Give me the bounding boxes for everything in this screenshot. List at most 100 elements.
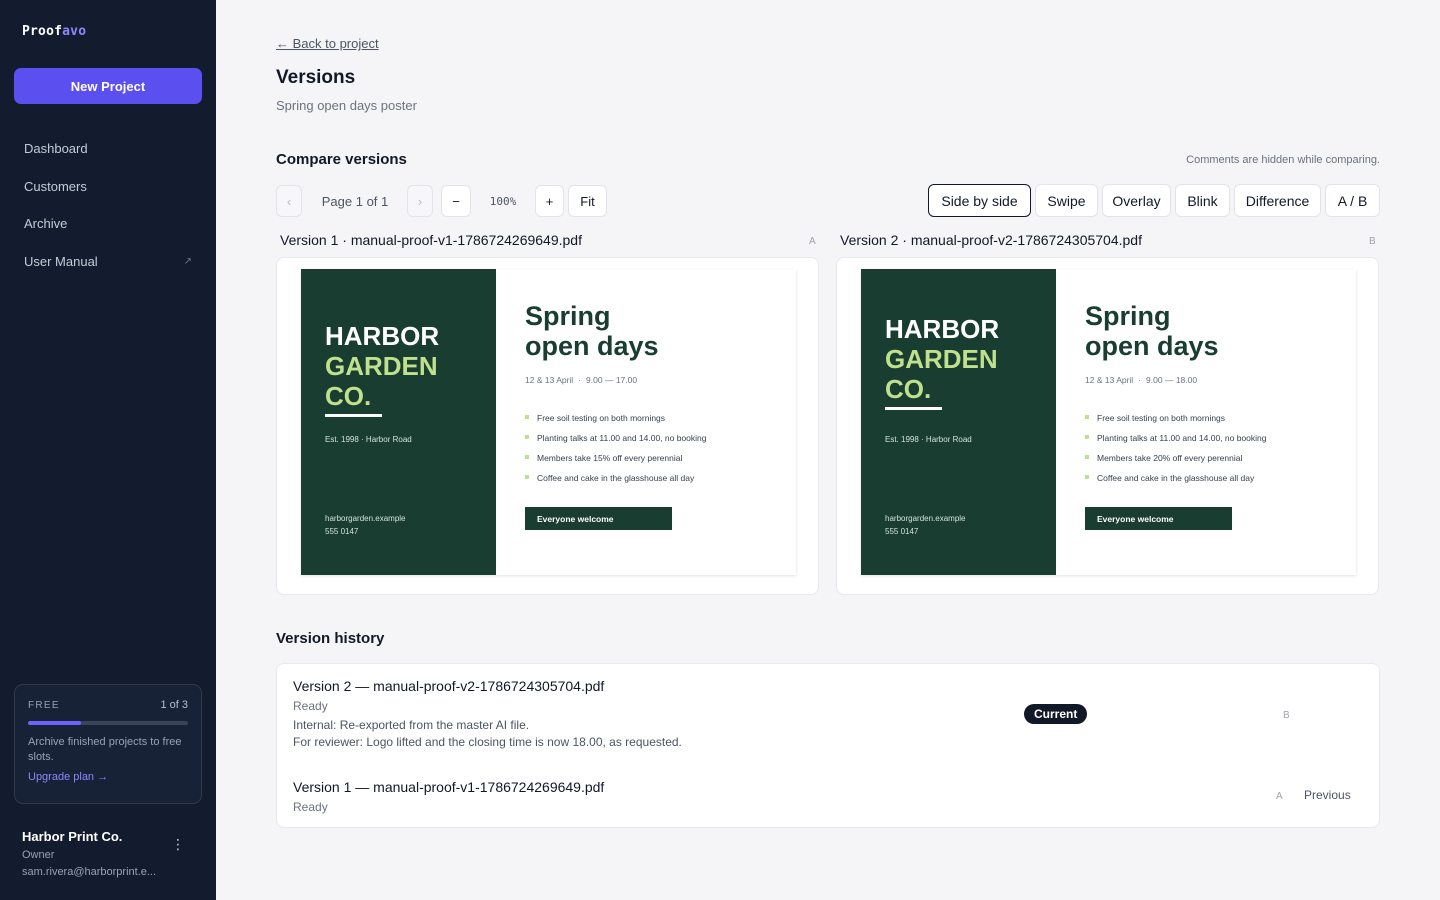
left-version-label: Version 1 · manual-proof-v1-178672426964… <box>280 232 582 248</box>
history-row-status: Ready <box>293 699 328 713</box>
history-row-title: Version 2 — manual-proof-v2-178672430570… <box>293 678 605 694</box>
poster-brand-panel: HARBOR GARDEN CO. Est. 1998 · Harbor Roa… <box>861 269 1056 575</box>
fit-button[interactable]: Fit <box>568 185 607 217</box>
poster-event-meta: 12 & 13 April · 9.00 — 18.00 <box>1085 375 1198 385</box>
poster-bullet: Members take 15% off every perennial <box>525 453 707 473</box>
brand-line-3: CO. <box>325 381 372 411</box>
poster-bullet: Free soil testing on both mornings <box>1085 413 1267 433</box>
headline-line-2: open days <box>1085 331 1219 361</box>
brand-line-3: CO. <box>885 374 932 404</box>
right-version-label: Version 2 · manual-proof-v2-178672430570… <box>840 232 1142 248</box>
back-to-project-link[interactable]: ← Back to project <box>276 36 379 51</box>
external-link-icon: ↗ <box>183 255 192 267</box>
next-page-button[interactable]: › <box>407 185 433 217</box>
poster-phone: 555 0147 <box>325 527 359 536</box>
poster-bullet: Coffee and cake in the glasshouse all da… <box>1085 473 1267 493</box>
history-row-letter: B <box>1283 710 1290 721</box>
poster-hours: 9.00 — 18.00 <box>1146 375 1198 385</box>
poster-bullet: Members take 20% off every perennial <box>1085 453 1267 473</box>
app-logo[interactable]: Proofavo <box>22 24 86 39</box>
history-row-v1[interactable]: Version 1 — manual-proof-v1-178672426964… <box>293 779 1363 814</box>
sidebar-nav: Dashboard Customers Archive User Manual … <box>0 130 216 280</box>
left-version-letter: A <box>809 236 816 247</box>
headline-line-1: Spring <box>1085 301 1171 331</box>
poster-bullet: Free soil testing on both mornings <box>525 413 707 433</box>
history-row-reviewer-note: For reviewer: Logo lifted and the closin… <box>293 735 682 749</box>
poster-bullet: Planting talks at 11.00 and 14.00, no bo… <box>525 433 707 453</box>
version-history-list: Version 2 — manual-proof-v2-178672430570… <box>276 663 1380 828</box>
sidebar-item-archive[interactable]: Archive <box>0 205 216 243</box>
logo-text-part2: avo <box>62 24 87 39</box>
plan-progress-bar <box>28 721 188 725</box>
mode-side-by-side-button[interactable]: Side by side <box>928 184 1031 217</box>
previous-version-badge: Previous <box>1304 788 1351 802</box>
sidebar-item-customers[interactable]: Customers <box>0 168 216 206</box>
page-indicator: Page 1 of 1 <box>321 193 389 209</box>
right-preview-pane[interactable]: HARBOR GARDEN CO. Est. 1998 · Harbor Roa… <box>836 257 1379 595</box>
history-section-title: Version history <box>276 630 385 647</box>
history-row-internal-note: Internal: Re-exported from the master AI… <box>293 718 530 732</box>
poster-brand: HARBOR GARDEN CO. <box>885 314 999 404</box>
compare-section-title: Compare versions <box>276 151 407 168</box>
mode-blink-button[interactable]: Blink <box>1175 184 1230 217</box>
poster-bullet: Planting talks at 11.00 and 14.00, no bo… <box>1085 433 1267 453</box>
poster-headline: Spring open days <box>1085 301 1219 361</box>
brand-line-2: GARDEN <box>325 351 438 381</box>
prev-page-button[interactable]: ‹ <box>276 185 302 217</box>
poster-phone: 555 0147 <box>885 527 919 536</box>
poster-bullets: Free soil testing on both mornings Plant… <box>1085 413 1267 493</box>
mode-difference-button[interactable]: Difference <box>1234 184 1321 217</box>
page-subtitle: Spring open days poster <box>276 98 417 113</box>
headline-line-2: open days <box>525 331 659 361</box>
poster-headline: Spring open days <box>525 301 659 361</box>
poster-est: Est. 1998 · Harbor Road <box>885 435 972 444</box>
poster-cta: Everyone welcome <box>525 507 672 530</box>
sidebar-item-label: Archive <box>24 216 68 232</box>
sidebar-item-user-manual[interactable]: User Manual ↗ <box>0 243 216 281</box>
plan-progress-fill <box>28 721 81 725</box>
left-preview-pane[interactable]: HARBOR GARDEN CO. Est. 1998 · Harbor Roa… <box>276 257 819 595</box>
zoom-out-button[interactable]: − <box>441 185 471 217</box>
sidebar-item-label: User Manual <box>24 253 98 269</box>
upgrade-plan-link[interactable]: Upgrade plan → <box>28 771 108 783</box>
history-row-v2[interactable]: Version 2 — manual-proof-v2-178672430570… <box>293 678 1363 749</box>
logo-text-part1: Proof <box>22 24 63 39</box>
plan-label: FREE <box>28 699 60 711</box>
zoom-level: 100% <box>489 194 517 208</box>
brand-line-1: HARBOR <box>885 314 1000 344</box>
poster-contact: harborgarden.example 555 0147 <box>885 512 966 538</box>
poster-dates: 12 & 13 April <box>525 375 574 385</box>
zoom-in-button[interactable]: + <box>535 185 564 217</box>
brand-line-2: GARDEN <box>885 344 998 374</box>
plan-text: Archive finished projects to free slots. <box>28 736 182 763</box>
account-menu-icon[interactable]: ⋮ <box>170 835 186 853</box>
poster-est: Est. 1998 · Harbor Road <box>325 435 412 444</box>
brand-line-1: HARBOR <box>325 321 440 351</box>
page-title: Versions <box>276 67 356 88</box>
poster-event-meta: 12 & 13 April · 9.00 — 17.00 <box>525 375 638 385</box>
poster-website: harborgarden.example <box>885 514 966 523</box>
new-project-button[interactable]: New Project <box>14 68 202 104</box>
mode-swipe-button[interactable]: Swipe <box>1035 184 1098 217</box>
poster-bullet: Coffee and cake in the glasshouse all da… <box>525 473 707 493</box>
brand-rule <box>325 414 382 417</box>
poster-preview-v1: HARBOR GARDEN CO. Est. 1998 · Harbor Roa… <box>301 269 796 575</box>
account-email: sam.rivera@harborprint.e... <box>22 866 157 878</box>
poster-bullets: Free soil testing on both mornings Plant… <box>525 413 707 493</box>
mode-overlay-button[interactable]: Overlay <box>1102 184 1171 217</box>
sidebar-item-label: Customers <box>24 178 87 194</box>
poster-website: harborgarden.example <box>325 514 406 523</box>
right-version-letter: B <box>1369 236 1376 247</box>
poster-cta: Everyone welcome <box>1085 507 1232 530</box>
history-row-status: Ready <box>293 800 328 814</box>
poster-brand: HARBOR GARDEN CO. <box>325 321 439 411</box>
sidebar-item-dashboard[interactable]: Dashboard <box>0 130 216 168</box>
poster-brand-panel: HARBOR GARDEN CO. Est. 1998 · Harbor Roa… <box>301 269 496 575</box>
poster-dates: 12 & 13 April <box>1085 375 1134 385</box>
history-row-letter: A <box>1276 791 1283 802</box>
poster-contact: harborgarden.example 555 0147 <box>325 512 406 538</box>
plan-count: 1 of 3 <box>160 699 188 711</box>
poster-hours: 9.00 — 17.00 <box>586 375 638 385</box>
mode-ab-button[interactable]: A / B <box>1325 184 1380 217</box>
poster-preview-v2: HARBOR GARDEN CO. Est. 1998 · Harbor Roa… <box>861 269 1356 575</box>
